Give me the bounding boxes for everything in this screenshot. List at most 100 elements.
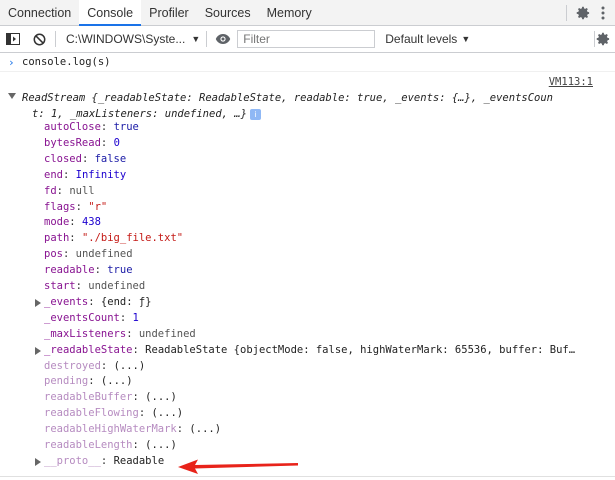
property-separator: : [100, 136, 114, 149]
property-value: true [107, 264, 133, 277]
property-separator: : [62, 248, 76, 261]
property-separator: : [81, 152, 95, 165]
property-value[interactable]: (...) [151, 407, 183, 419]
property-separator: : [100, 454, 114, 467]
property-separator: : [75, 200, 89, 213]
property-key: readableFlowing [44, 407, 139, 420]
property-separator: : [75, 280, 89, 292]
tab-label: Profiler [149, 5, 189, 20]
toggle-sidebar-icon[interactable] [3, 29, 23, 49]
source-link[interactable]: VM113:1 [549, 76, 593, 88]
tab-profiler[interactable]: Profiler [141, 0, 197, 25]
property-value: undefined [88, 280, 146, 292]
filter-placeholder: Filter [243, 32, 270, 46]
property-value[interactable]: (...) [114, 360, 146, 372]
property-row: destroyed: (...) [44, 360, 145, 372]
object-summary-text: t: 1, _maxListeners: undefined, …} [32, 108, 247, 120]
property-row: bytesRead: 0 [44, 137, 120, 149]
property-row: closed: false [44, 153, 126, 165]
property-row: readableLength: (...) [44, 439, 177, 451]
property-key: autoClose [44, 121, 101, 133]
property-key: readableBuffer [44, 391, 133, 404]
property-value[interactable]: (...) [145, 391, 177, 403]
tab-console[interactable]: Console [79, 0, 142, 26]
divider [206, 31, 208, 47]
console-output: › console.log(s) VM113:1 ReadStream {_re… [0, 53, 615, 480]
property-value: undefined [75, 248, 133, 261]
filter-input[interactable]: Filter [237, 30, 376, 48]
property-separator: : [88, 295, 101, 308]
execution-context-select[interactable]: C:\WINDOWS\Syste... ▼ [66, 32, 200, 46]
expand-triangle-icon[interactable] [8, 93, 16, 99]
property-value: Infinity [75, 168, 127, 181]
eye-icon[interactable] [213, 29, 233, 49]
property-row: path: "./big_file.txt" [44, 232, 183, 244]
info-icon[interactable]: i [249, 108, 261, 120]
property-separator: : [100, 121, 114, 133]
property-separator: : [56, 184, 70, 197]
property-row: readableFlowing: (...) [44, 407, 183, 419]
property-value: 1 [132, 311, 139, 324]
property-value: null [69, 184, 95, 197]
property-row[interactable]: __proto__: Readable [44, 455, 164, 467]
property-separator: : [119, 311, 133, 324]
property-row: readableHighWaterMark: (...) [44, 423, 221, 435]
property-value: Readable [113, 454, 165, 467]
property-row[interactable]: _events: {end: ƒ} [44, 296, 152, 308]
property-row[interactable]: _readableState: ReadableState {objectMod… [44, 344, 575, 356]
expand-triangle-icon[interactable] [35, 298, 41, 307]
property-row: end: Infinity [44, 169, 126, 181]
property-value[interactable]: (...) [145, 439, 177, 451]
property-value: undefined [138, 327, 196, 340]
property-key: destroyed [44, 359, 101, 372]
tab-memory[interactable]: Memory [259, 0, 320, 25]
divider [55, 31, 56, 47]
tab-label: Console [87, 5, 134, 20]
property-key: __proto__ [44, 454, 101, 467]
object-summary-line-1[interactable]: ReadStream {_readableState: ReadableStat… [22, 92, 553, 104]
property-row: start: undefined [44, 280, 145, 292]
execution-context-value: C:\WINDOWS\Syste... [66, 32, 186, 46]
property-key: fd [44, 184, 57, 197]
object-summary-line-2[interactable]: t: 1, _maxListeners: undefined, …} i [32, 108, 261, 120]
property-separator: : [94, 264, 108, 277]
property-separator: : [132, 343, 146, 356]
console-input-echo: › console.log(s) [0, 53, 615, 72]
property-value: 0 [113, 136, 120, 149]
property-value: 438 [81, 216, 101, 229]
property-key: closed [44, 152, 82, 165]
property-key: readableHighWaterMark [44, 423, 177, 436]
tab-sources[interactable]: Sources [197, 0, 259, 25]
property-row: autoClose: true [44, 121, 139, 133]
log-levels-label: Default levels [385, 32, 458, 46]
property-key: _maxListeners [44, 327, 127, 340]
property-row: pending: (...) [44, 375, 133, 387]
console-settings-gear-icon[interactable] [593, 29, 613, 49]
expand-triangle-icon[interactable] [35, 457, 41, 466]
property-key: readableLength [44, 439, 133, 451]
property-row: readableBuffer: (...) [44, 391, 177, 403]
more-vertical-icon[interactable] [593, 3, 613, 23]
gear-icon[interactable] [573, 3, 593, 23]
expand-triangle-icon[interactable] [35, 346, 41, 355]
property-separator: : [69, 232, 82, 245]
property-value: {end: ƒ} [100, 295, 152, 308]
property-value: false [94, 152, 127, 165]
divider [566, 4, 567, 21]
log-levels-dropdown[interactable]: Default levels ▼ [385, 32, 470, 46]
property-key: pos [44, 248, 63, 261]
dropdown-arrow-icon: ▼ [461, 34, 471, 44]
property-value[interactable]: (...) [101, 375, 133, 387]
property-key: readable [44, 264, 95, 277]
property-key: pending [44, 375, 89, 388]
object-summary-text: ReadStream {_readableState: ReadableStat… [22, 92, 554, 104]
property-key: end [44, 168, 63, 181]
tab-connection[interactable]: Connection [0, 0, 79, 25]
property-separator: : [132, 439, 146, 451]
tabs-right-actions [560, 0, 615, 25]
property-separator: : [69, 216, 82, 229]
property-value[interactable]: (...) [189, 423, 221, 435]
property-separator: : [138, 407, 152, 420]
clear-console-icon[interactable] [29, 29, 49, 49]
property-row: _eventsCount: 1 [44, 312, 139, 324]
